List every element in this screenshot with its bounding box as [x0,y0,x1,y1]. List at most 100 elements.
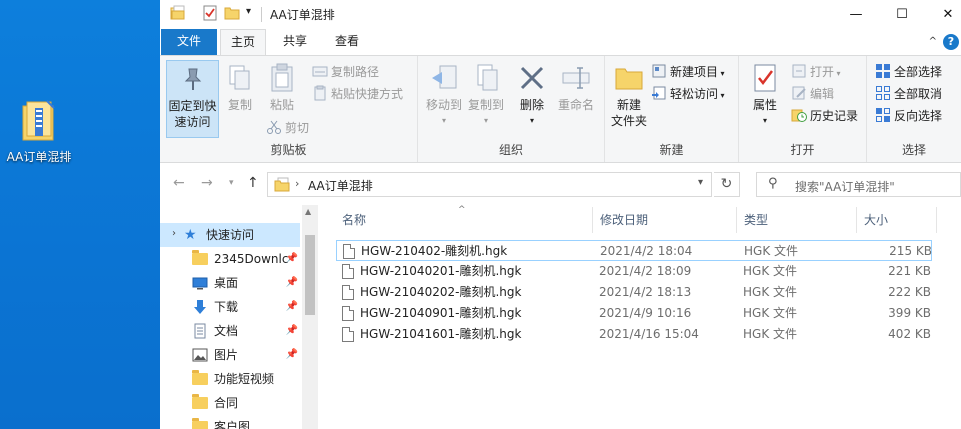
cut-button[interactable]: 剪切 [266,118,309,138]
clipboard-group: 固定到快 速访问 复制 粘贴 复制路径 粘贴快捷方式 剪切 剪贴板 [160,56,418,162]
new-folder-button[interactable]: 新建 文件夹 [607,60,651,129]
paste-button[interactable]: 粘贴 [260,60,304,113]
file-type: HGK 文件 [744,244,799,258]
select-none-button[interactable]: 全部取消 [875,84,942,104]
expand-chevron-icon[interactable]: › [172,222,176,246]
column-header-type[interactable]: 类型 [736,207,856,233]
nav-item-pictures[interactable]: 图片 📌 [160,343,300,367]
document-icon [192,323,208,339]
table-row[interactable]: HGW-21040201-雕刻机.hgk 2021/4/2 18:09 HGK … [336,261,932,282]
copy-label: 复制 [227,98,252,112]
picture-icon [192,347,208,363]
paste-icon [266,62,298,94]
new-folder-quick-icon[interactable] [224,5,240,24]
file-icon [342,285,354,300]
tab-view[interactable]: 查看 [324,29,370,55]
pin-icon[interactable]: 📌 [286,271,298,295]
maximize-button[interactable]: ☐ [879,0,925,29]
table-row[interactable]: HGW-21040202-雕刻机.hgk 2021/4/2 18:13 HGK … [336,282,932,303]
nav-label: 客户图 [214,420,251,429]
pin-icon[interactable]: 📌 [286,295,298,319]
select-group-label: 选择 [901,143,926,157]
table-row[interactable]: HGW-210402-雕刻机.hgk 2021/4/2 18:04 HGK 文件… [336,240,932,261]
easy-access-button[interactable]: 轻松访问 ▾ [651,84,725,104]
nav-item-downloads[interactable]: 下载 📌 [160,295,300,319]
pin-icon[interactable]: 📌 [286,343,298,367]
pin-to-quick-access-button[interactable]: 固定到快 速访问 [166,60,219,138]
file-type: HGK 文件 [743,327,798,341]
folder-icon [274,177,290,196]
nav-pane-scrollbar[interactable]: ▲ [302,205,318,429]
table-row[interactable]: HGW-21040901-雕刻机.hgk 2021/4/9 10:16 HGK … [336,303,932,324]
address-dropdown-icon[interactable]: ▾ [698,177,703,188]
back-arrow-icon[interactable]: ← [173,175,185,191]
table-row[interactable]: HGW-21041601-雕刻机.hgk 2021/4/16 15:04 HGK… [336,324,932,345]
search-input[interactable]: 搜索"AA订单混排" [795,178,895,195]
nav-item-downloads-folder[interactable]: 2345Downlc 📌 [160,247,300,271]
desktop-icon-label: AA订单混排 [6,150,72,164]
column-header-date[interactable]: 修改日期 [592,207,736,233]
column-header-name[interactable]: 名称 [334,207,591,233]
nav-item-videos-folder[interactable]: 功能短视频 [160,367,300,391]
breadcrumb-current[interactable]: AA订单混排 [308,177,373,194]
select-all-button[interactable]: 全部选择 [875,62,942,82]
properties-button[interactable]: 属性 ▾ [747,60,783,129]
nav-item-desktop[interactable]: 桌面 📌 [160,271,300,295]
pin-icon[interactable]: 📌 [286,247,298,271]
new-item-button[interactable]: 新建项目 ▾ [651,62,725,82]
collapse-ribbon-icon[interactable]: ^ [929,36,937,47]
explorer-window: ▾ AA订单混排 — ☐ ✕ 文件 主页 共享 查看 ^ ? 固定到快 速访问 [160,0,961,429]
nav-item-quick-access[interactable]: › ★ 快速访问 [160,223,300,247]
move-to-button[interactable]: 移动到 ▾ [422,60,466,129]
nav-item-contracts-folder[interactable]: 合同 [160,391,300,415]
search-box[interactable]: ⚲ 搜索"AA订单混排" [756,172,961,197]
address-bar[interactable]: › AA订单混排 ▾ [267,172,712,197]
scrollbar-thumb[interactable] [305,235,315,315]
tab-share[interactable]: 共享 [272,29,318,55]
copy-path-button[interactable]: 复制路径 [312,62,379,82]
invert-selection-button[interactable]: 反向选择 [875,106,942,126]
properties-quick-icon[interactable] [202,5,218,24]
help-icon[interactable]: ? [943,34,959,50]
copy-button[interactable]: 复制 [222,60,258,113]
scissors-icon [266,119,282,135]
copy-to-icon [470,62,502,94]
file-size: 221 KB [888,264,931,278]
tab-home[interactable]: 主页 [220,29,266,56]
customize-quick-access-dropdown[interactable]: ▾ [246,6,251,17]
forward-arrow-icon[interactable]: → [201,175,213,191]
minimize-button[interactable]: — [833,0,879,29]
new-folder-label-line1: 新建 [616,98,641,112]
column-header-size[interactable]: 大小 [856,207,936,233]
rename-button[interactable]: 重命名 [554,60,598,113]
delete-x-icon [516,62,548,94]
new-group-label: 新建 [659,143,684,157]
nav-item-documents[interactable]: 文档 📌 [160,319,300,343]
refresh-icon[interactable]: ↻ [714,172,740,197]
delete-button[interactable]: 删除 ▾ [514,60,550,129]
new-group: 新建 文件夹 新建项目 ▾ 轻松访问 ▾ 新建 [605,56,739,162]
pin-icon[interactable]: 📌 [286,319,298,343]
select-none-label: 全部取消 [894,87,943,101]
close-button[interactable]: ✕ [925,0,961,29]
copy-to-button[interactable]: 复制到 ▾ [464,60,508,129]
scroll-up-icon[interactable]: ▲ [305,207,311,216]
paste-shortcut-button[interactable]: 粘贴快捷方式 [312,84,403,104]
recent-locations-chevron-icon[interactable]: ▾ [229,178,234,188]
nav-label: 下载 [214,300,239,314]
nav-label: 合同 [214,396,239,410]
nav-item-customer-folder[interactable]: 客户图 [160,415,300,429]
column-separator [936,207,937,233]
tab-file[interactable]: 文件 [161,29,217,55]
move-to-label: 移动到 [425,98,462,112]
edit-button[interactable]: 编辑 [791,84,834,104]
up-arrow-icon[interactable]: ↑ [247,175,259,191]
cut-label: 剪切 [285,121,310,135]
history-icon [791,107,807,123]
title-bar[interactable]: ▾ AA订单混排 — ☐ ✕ [160,0,961,29]
pin-icon [177,63,209,95]
open-button[interactable]: 打开 ▾ [791,62,841,82]
breadcrumb-chevron-icon[interactable]: › [295,177,299,190]
desktop-folder-shortcut[interactable]: AA订单混排 [4,100,74,165]
history-button[interactable]: 历史记录 [791,106,858,126]
